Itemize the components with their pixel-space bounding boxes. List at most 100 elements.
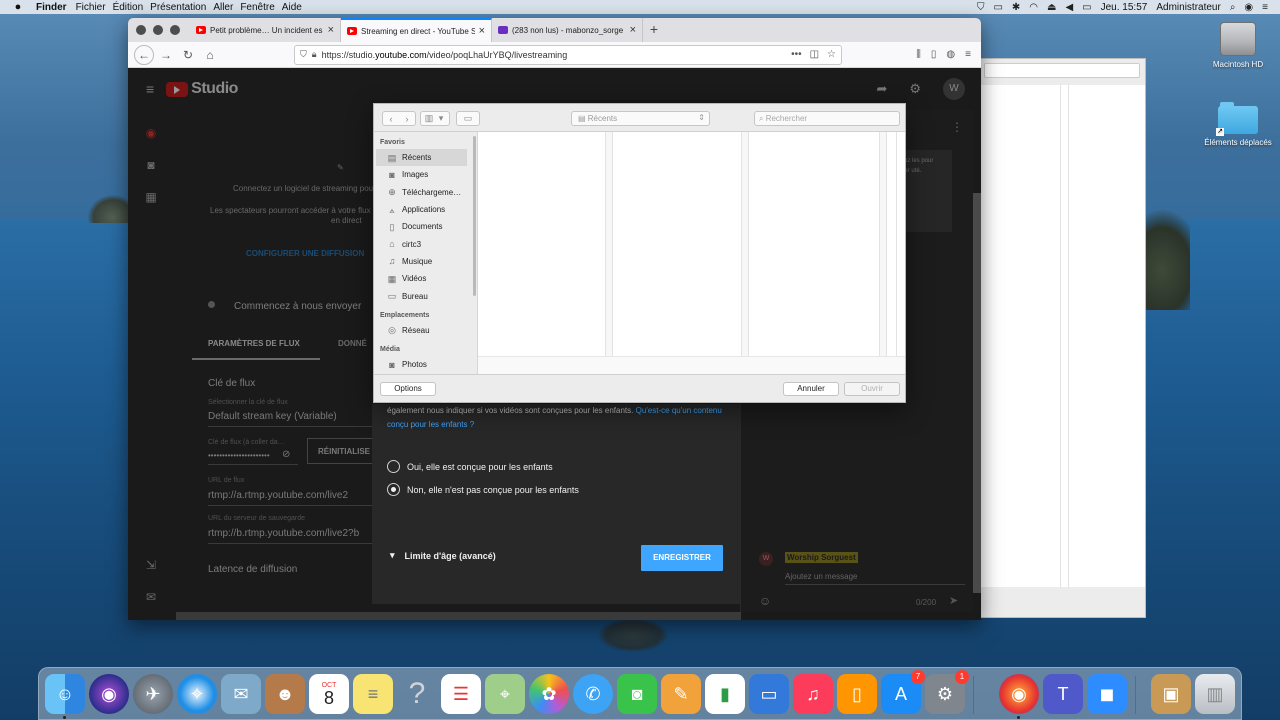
desktop-icon-macintosh-hd[interactable]: Macintosh HD xyxy=(1193,22,1280,69)
radio-button[interactable] xyxy=(387,460,400,473)
exit-icon[interactable]: ⇲ xyxy=(144,558,158,572)
feedback-icon[interactable]: ✉ xyxy=(144,590,158,604)
new-folder-button[interactable]: ▭ xyxy=(456,111,480,126)
calendar-icon[interactable]: ▦ xyxy=(144,190,158,204)
menu-user[interactable]: Administrateur xyxy=(1156,2,1220,13)
page-scrollbar[interactable] xyxy=(973,193,981,593)
help-icon[interactable]: ? xyxy=(397,674,437,714)
tab-yahoo-mail[interactable]: (283 non lus) - mabonzo_sorge × xyxy=(492,18,643,42)
stream-key-select[interactable]: Default stream key (Variable) xyxy=(208,411,337,422)
radio-button[interactable] xyxy=(387,483,400,496)
sidebar-item-photos[interactable]: ◙ Photos xyxy=(374,356,477,373)
live-stream-icon[interactable]: ◉ xyxy=(144,126,158,140)
sidebar-item-home[interactable]: ⌂ cirtc3 xyxy=(374,235,477,252)
search-icon[interactable]: ⌕ xyxy=(1230,2,1236,13)
view-mode-popup[interactable]: ▥ ▾ xyxy=(420,111,450,126)
sidebar-item-documents[interactable]: ▯ Documents xyxy=(374,218,477,235)
chevron-left-icon[interactable]: ‹ xyxy=(383,114,399,124)
tab-stream-settings[interactable]: PARAMÈTRES DE FLUX xyxy=(208,339,300,348)
close-tab-icon[interactable]: × xyxy=(328,24,334,36)
close-window-button[interactable] xyxy=(136,25,146,35)
page-actions-icon[interactable]: ••• xyxy=(791,49,802,60)
account-icon[interactable]: ◍ xyxy=(946,49,955,60)
keynote-icon[interactable]: ▭ xyxy=(749,674,789,714)
sidebar-item-desktop[interactable]: ▭ Bureau xyxy=(374,287,477,304)
hide-key-icon[interactable]: ⊘ xyxy=(282,449,290,460)
messages-icon[interactable]: ✆ xyxy=(573,674,613,714)
stream-url-field[interactable]: rtmp://a.rtmp.youtube.com/live2 xyxy=(208,490,348,501)
reload-button[interactable]: ↻ xyxy=(178,45,198,65)
tab-petit-probleme[interactable]: Petit problème… Un incident es × xyxy=(190,18,341,42)
shield-icon[interactable]: ⛉ xyxy=(977,2,985,13)
menu-aide[interactable]: Aide xyxy=(282,2,309,13)
radio-made-for-kids[interactable]: Oui, elle est conçue pour les enfants xyxy=(387,460,553,473)
close-tab-icon[interactable]: × xyxy=(630,24,636,36)
firefox-icon[interactable]: ◉ xyxy=(999,674,1039,719)
tab-stream-data[interactable]: DONNÉ xyxy=(338,339,367,348)
stream-key-masked-field[interactable]: •••••••••••••••••••••• xyxy=(208,451,270,460)
sidebar-item-recents[interactable]: ▤ Récents xyxy=(376,149,467,167)
menu-clock[interactable]: Jeu. 15:57 xyxy=(1101,2,1148,13)
location-popup[interactable]: ▤ Récents ⇕ xyxy=(571,111,710,126)
chat-input[interactable]: Ajoutez un message xyxy=(785,572,858,581)
settings-gear-icon[interactable]: ⚙ xyxy=(909,81,921,97)
search-input[interactable]: ⌕ Rechercher xyxy=(754,111,900,126)
hamburger-menu-icon[interactable]: ≡ xyxy=(146,81,154,97)
lock-icon[interactable]: 🔒︎ xyxy=(312,49,317,60)
back-button[interactable]: ← xyxy=(134,44,154,65)
maps-icon[interactable]: ⌖ xyxy=(485,674,525,714)
teams-icon[interactable]: T xyxy=(1043,674,1083,714)
volume-icon[interactable]: ◀ xyxy=(1065,2,1073,13)
forward-button[interactable]: → xyxy=(156,45,176,65)
pages-icon[interactable]: ✎ xyxy=(661,674,701,714)
library-icon[interactable]: ⫼ xyxy=(916,49,921,60)
wifi-icon[interactable]: ◠ xyxy=(1029,2,1038,13)
bookmark-star-icon[interactable]: ☆ xyxy=(827,49,836,60)
books-icon[interactable]: ▯ xyxy=(837,674,877,714)
open-button[interactable]: Ouvrir xyxy=(844,382,900,396)
system-preferences-icon[interactable]: ⚙ 1 xyxy=(925,670,969,714)
shield-icon[interactable]: ⛉ xyxy=(300,49,307,60)
cancel-button[interactable]: Annuler xyxy=(783,382,839,396)
sidebar-item-applications[interactable]: ⟑ Applications xyxy=(374,201,477,218)
contacts-icon[interactable]: ☻ xyxy=(265,674,305,714)
save-button[interactable]: ENREGISTRER xyxy=(641,545,723,571)
notification-center-icon[interactable]: ≡ xyxy=(1262,2,1268,13)
launchpad-icon[interactable]: ✈ xyxy=(133,674,173,714)
youtube-studio-logo[interactable]: Studio xyxy=(166,80,238,98)
sidebar-item-network[interactable]: ◎ Réseau xyxy=(374,322,477,339)
address-bar[interactable]: ⛉ 🔒︎ https://studio.youtube.com/video/po… xyxy=(294,44,842,65)
trash-icon[interactable]: ▥ xyxy=(1195,674,1235,714)
sidebar-scrollbar[interactable] xyxy=(473,136,476,296)
more-options-icon[interactable]: ⋮ xyxy=(951,120,963,134)
mail-icon[interactable]: ✉ xyxy=(221,674,261,714)
webcam-icon[interactable]: ◙ xyxy=(144,158,158,172)
finder-search-field[interactable] xyxy=(984,63,1140,78)
configure-broadcast-link[interactable]: CONFIGURER UNE DIFFUSION xyxy=(246,249,364,258)
finder-icon[interactable]: ☺ xyxy=(45,674,85,719)
sidebar-icon[interactable]: ▯ xyxy=(931,49,937,60)
desktop-icon-moved-items[interactable]: ↗ Éléments déplacés xyxy=(1193,102,1280,147)
sidebar-item-images[interactable]: ◙ Images xyxy=(374,166,477,183)
back-forward-control[interactable]: ‹ › xyxy=(382,111,416,126)
file-column-browser[interactable] xyxy=(478,132,905,376)
bluetooth-icon[interactable]: ✱ xyxy=(1012,2,1020,13)
photos-icon[interactable]: ✿ xyxy=(529,674,569,714)
sidebar-item-downloads[interactable]: ⊕ Téléchargeme… xyxy=(374,184,477,201)
age-restriction-expander[interactable]: ▾ Limite d'âge (avancé) xyxy=(390,550,496,561)
archive-utility-icon[interactable]: ▣ xyxy=(1151,674,1191,714)
menu-fichier[interactable]: Fichier xyxy=(76,2,113,13)
avatar[interactable]: W xyxy=(943,78,965,100)
siri-icon[interactable]: ◉ xyxy=(89,674,129,714)
siri-icon[interactable]: ◉ xyxy=(1244,2,1253,13)
chevron-right-icon[interactable]: › xyxy=(399,114,415,124)
calendar-icon[interactable]: OCT 8 xyxy=(309,674,349,714)
sidebar-item-music[interactable]: ♫ Musique xyxy=(374,253,477,270)
background-finder-window[interactable] xyxy=(980,58,1146,618)
share-icon[interactable]: ➦ xyxy=(876,81,887,97)
safari-icon[interactable]: ✧ xyxy=(177,674,217,714)
eject-icon[interactable]: ⏏ xyxy=(1047,2,1056,13)
battery-icon[interactable]: ▭ xyxy=(1082,2,1091,13)
send-icon[interactable]: ➤ xyxy=(949,594,958,607)
zoom-window-button[interactable] xyxy=(170,25,180,35)
